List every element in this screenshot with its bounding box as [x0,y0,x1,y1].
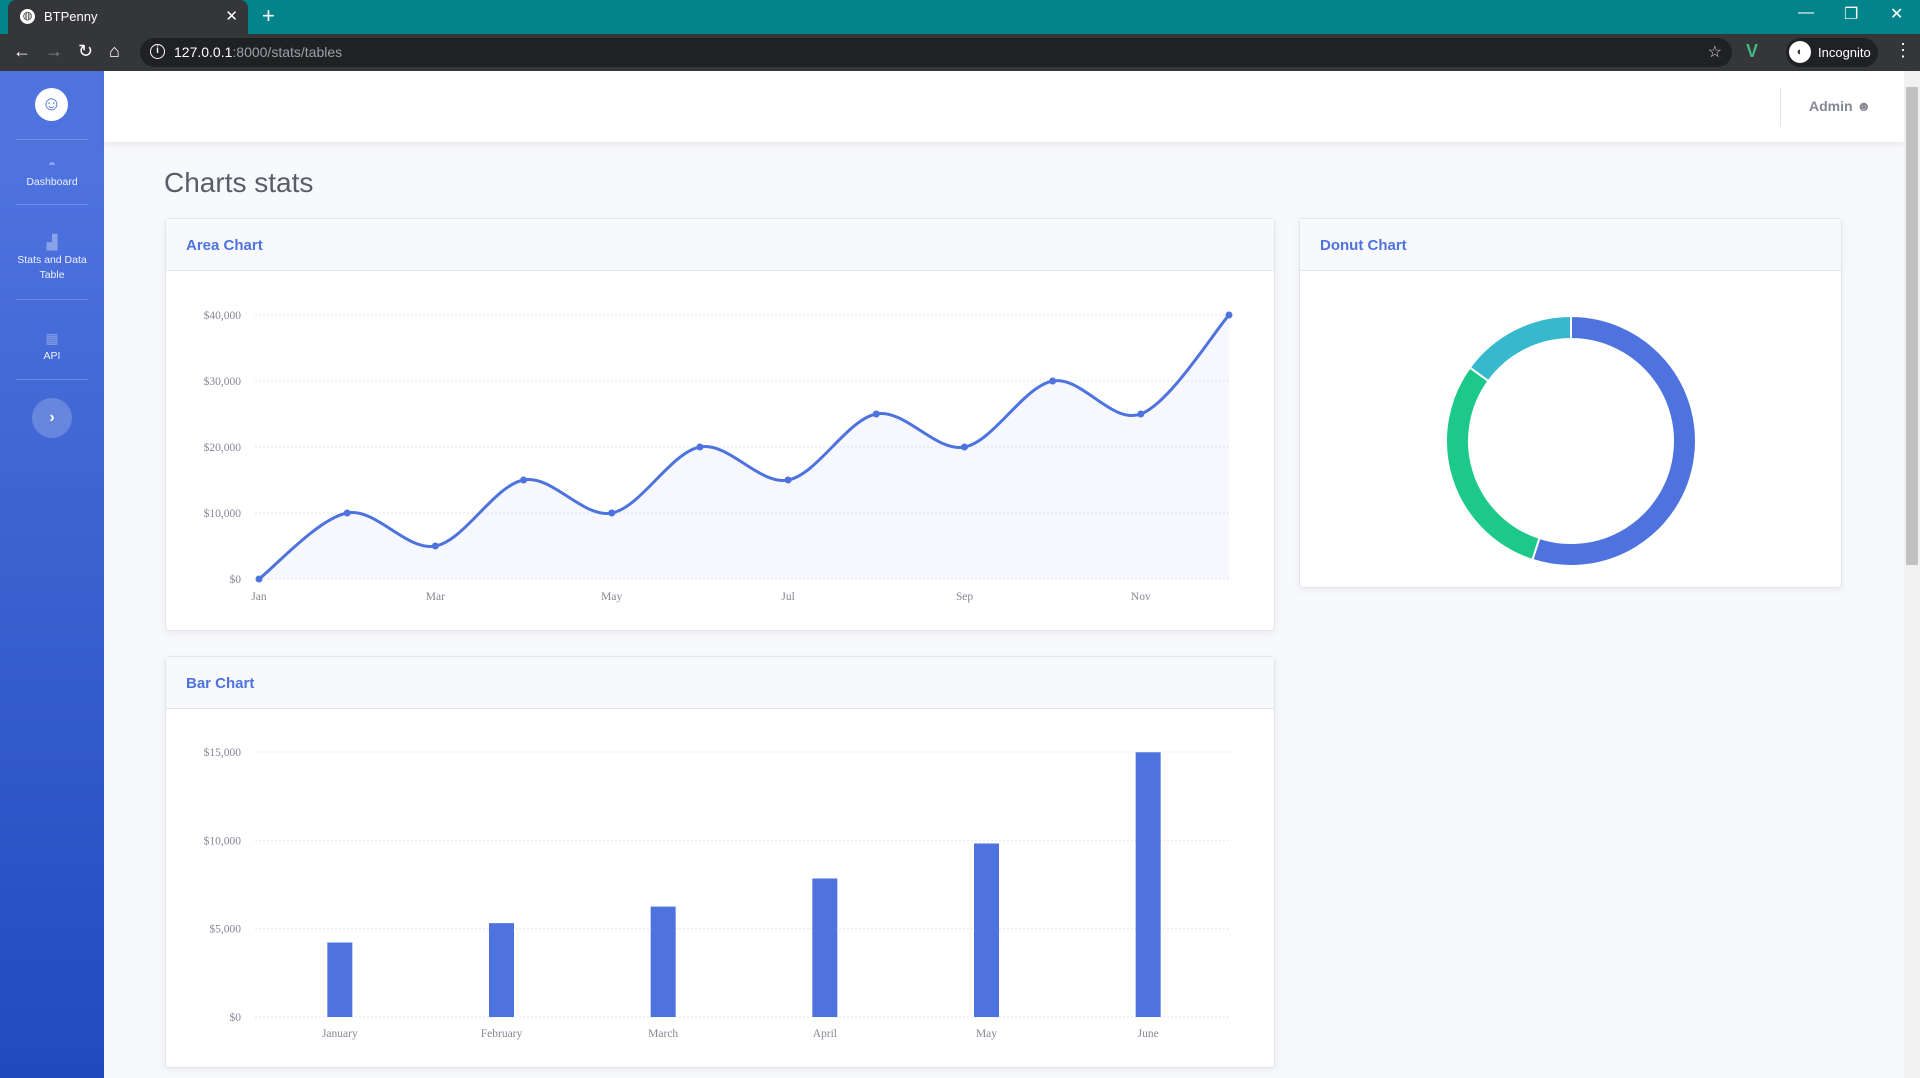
x-tick-label: June [1138,1028,1159,1040]
data-point [520,476,528,484]
y-tick-label: $10,000 [204,507,242,520]
bar [974,843,999,1017]
bar [812,878,838,1017]
x-tick-label: February [481,1028,523,1040]
x-tick-label: May [976,1028,997,1040]
bar [1135,752,1161,1017]
bar [650,906,676,1017]
data-point [1137,410,1145,418]
x-tick-label: May [601,591,622,603]
data-point [255,575,263,583]
data-point [1225,311,1233,319]
y-tick-label: $40,000 [204,309,242,322]
donut-slice [1445,366,1541,562]
x-tick-label: Mar [426,591,445,603]
x-tick-label: January [322,1028,358,1040]
data-point [343,509,351,517]
y-tick-label: $30,000 [204,375,242,388]
donut-slice [1468,314,1572,383]
x-tick-label: Nov [1131,591,1151,603]
y-tick-label: $15,000 [204,746,242,759]
x-tick-label: March [648,1028,678,1040]
x-tick-label: Jan [251,591,267,603]
y-tick-label: $5,000 [209,923,241,936]
data-point [1049,377,1057,385]
y-tick-label: $0 [230,1011,242,1024]
data-point [696,443,704,451]
y-tick-label: $10,000 [204,834,242,847]
bar [327,942,353,1017]
x-tick-label: Jul [781,591,794,603]
data-point [608,509,616,517]
x-tick-label: Sep [956,591,974,603]
data-point [784,476,792,484]
data-point [431,542,439,550]
y-tick-label: $0 [230,573,242,586]
bar [489,923,514,1017]
data-point [872,410,880,418]
donut-slice [1531,314,1697,567]
charts-layer: $0 $10,000 $20,000 $30,000 $40,000 Jan Mar May J… [204,309,1697,1040]
data-point [960,443,968,451]
y-tick-label: $20,000 [204,441,242,454]
x-tick-label: April [813,1028,837,1040]
